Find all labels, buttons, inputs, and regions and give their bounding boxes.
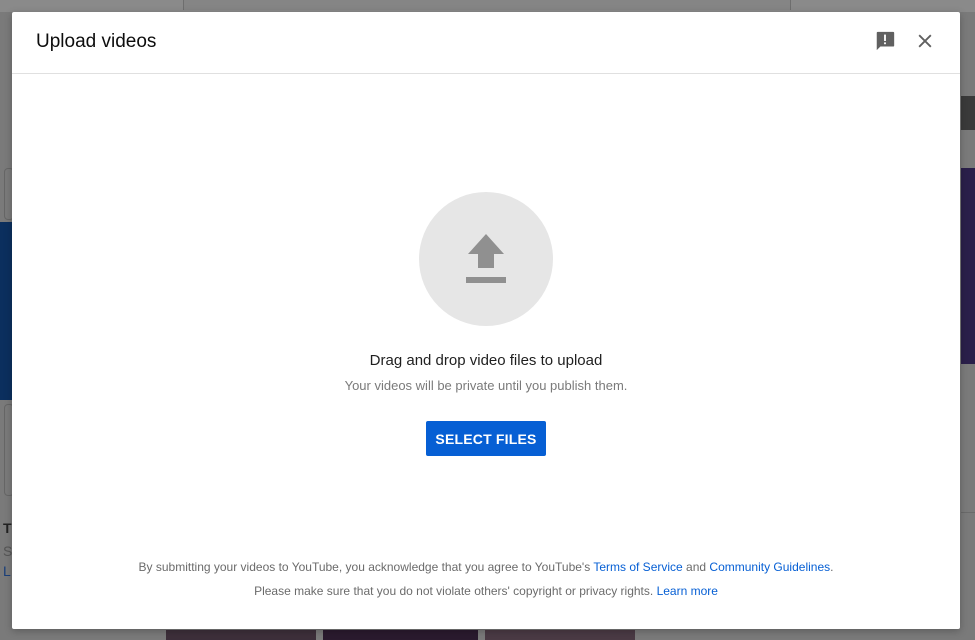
copyright-notice-text: Please make sure that you do not violate…: [254, 584, 657, 598]
feedback-icon: [876, 31, 895, 51]
background-search-bar: [183, 0, 791, 10]
close-icon: [918, 34, 932, 48]
background-divider: [961, 512, 975, 513]
background-text: S: [3, 543, 13, 559]
drag-drop-instruction: Drag and drop video files to upload: [369, 352, 603, 369]
dialog-header: Upload videos: [12, 12, 960, 74]
background-thumbnail: [0, 222, 12, 400]
feedback-button[interactable]: [872, 28, 898, 54]
copyright-notice: Please make sure that you do not violate…: [12, 584, 960, 598]
background-text: L: [3, 563, 11, 579]
background-thumbnail: [323, 630, 478, 640]
upload-drop-zone[interactable]: [419, 192, 553, 326]
background-thumbnail: [485, 630, 635, 640]
terms-notice: By submitting your videos to YouTube, yo…: [12, 560, 960, 574]
upload-videos-dialog: Upload videos Drag and drop video files …: [12, 12, 960, 629]
terms-notice-and: and: [682, 560, 710, 574]
upload-arrow-icon: [466, 234, 506, 283]
terms-of-service-link[interactable]: Terms of Service: [593, 560, 682, 574]
background-thumbnail: [166, 630, 316, 640]
background-panel: [961, 96, 975, 130]
terms-notice-suffix: .: [830, 560, 834, 574]
privacy-note: Your videos will be private until you pu…: [344, 378, 628, 393]
learn-more-link[interactable]: Learn more: [657, 584, 718, 598]
background-text: T: [3, 520, 12, 536]
terms-notice-prefix: By submitting your videos to YouTube, yo…: [138, 560, 594, 574]
background-thumbnail: [961, 168, 975, 364]
select-files-button[interactable]: SELECT FILES: [426, 421, 546, 456]
close-button[interactable]: [912, 28, 938, 54]
dialog-title: Upload videos: [36, 31, 157, 52]
community-guidelines-link[interactable]: Community Guidelines: [709, 560, 830, 574]
